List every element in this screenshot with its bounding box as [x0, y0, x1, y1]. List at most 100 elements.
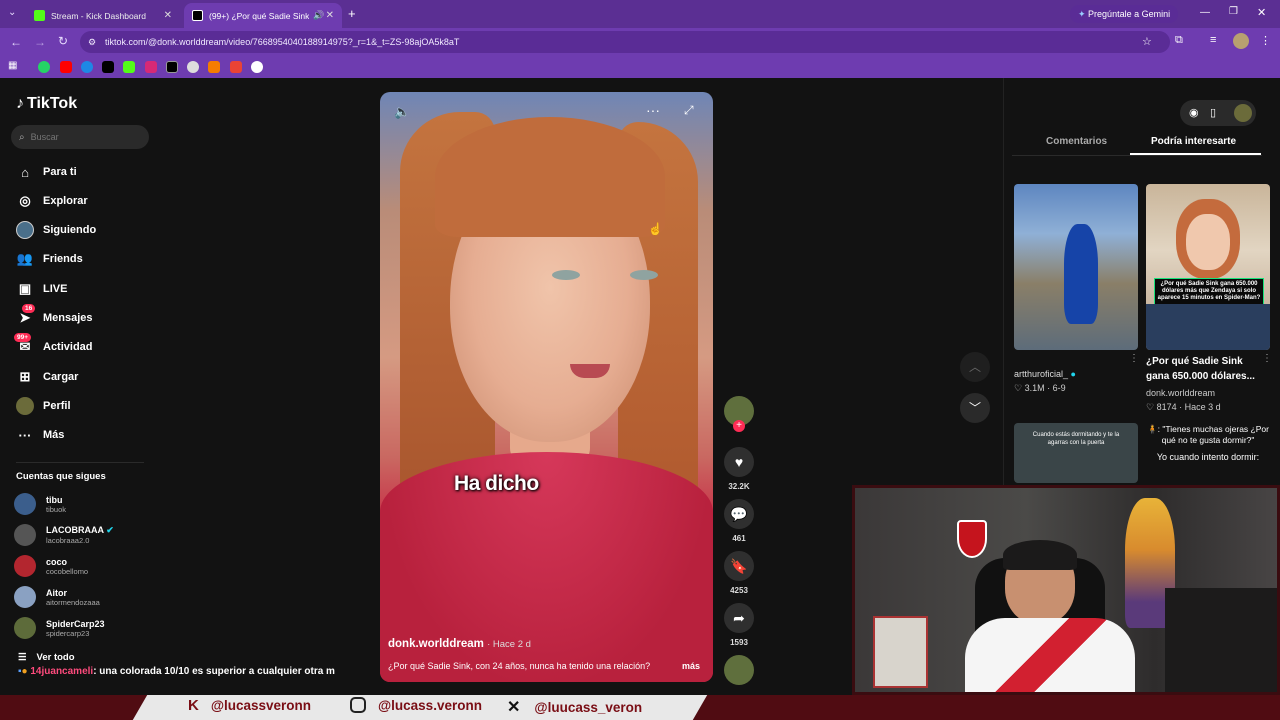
- extensions-icon[interactable]: ⧉: [1175, 34, 1183, 47]
- bookmark-orange-icon[interactable]: [208, 61, 220, 73]
- close-tab-icon[interactable]: ✕: [164, 10, 172, 21]
- following-item[interactable]: LACOBRAAA ✔ lacobraaa2.0: [14, 521, 114, 549]
- nav-label: Perfil: [43, 400, 71, 412]
- tab-tiktok-video[interactable]: (99+) ¿Por qué Sadie Sink, c 🔊 ✕: [184, 3, 342, 28]
- x-bookmark-icon[interactable]: [166, 61, 178, 73]
- video-more-button[interactable]: más: [682, 661, 700, 671]
- chrome-web-bookmark-icon[interactable]: [81, 61, 93, 73]
- search-bar[interactable]: ⌕: [11, 125, 149, 149]
- webcam-poster: [873, 616, 928, 688]
- nav-friends[interactable]: 👥 Friends: [16, 248, 83, 270]
- previous-video-button[interactable]: ︿: [960, 352, 990, 382]
- forward-icon[interactable]: →: [34, 35, 46, 49]
- friends-icon: 👥: [16, 251, 34, 266]
- video-author-line[interactable]: donk.worlddream · Hace 2 d: [388, 638, 531, 650]
- following-item[interactable]: Aitor aitormendozaaa: [14, 583, 100, 611]
- compass-small-icon[interactable]: ◉: [1189, 106, 1199, 119]
- nav-siguiendo[interactable]: Siguiendo: [16, 219, 96, 241]
- user-avatar[interactable]: [1234, 104, 1252, 122]
- new-tab-button[interactable]: +: [348, 6, 356, 21]
- see-all-following[interactable]: ☰ Ver todo: [18, 652, 75, 663]
- chat-text: : una colorada 10/10 es superior a cualq…: [93, 666, 335, 677]
- close-tab-icon[interactable]: ✕: [326, 10, 334, 21]
- suggested-author-line[interactable]: artthuroficial_ ●: [1014, 369, 1076, 379]
- close-window-icon[interactable]: ✕: [1257, 6, 1266, 19]
- nav-mensajes[interactable]: ➤ 16 Mensajes: [16, 304, 93, 329]
- suggested-video-thumbnail[interactable]: 🧍: "Tienes muchas ojeras ¿Por qué no te …: [1144, 420, 1272, 484]
- suggested-video-thumbnail[interactable]: Cuando estás dormitando y te la agarras …: [1014, 423, 1138, 483]
- instagram-bookmark-icon[interactable]: [145, 61, 157, 73]
- comment-button[interactable]: 💬 461: [724, 499, 754, 543]
- audio-playing-icon[interactable]: 🔊: [313, 10, 324, 21]
- back-icon[interactable]: ←: [10, 35, 22, 49]
- following-item[interactable]: tibu tibuok: [14, 490, 66, 518]
- sound-disc-button[interactable]: [724, 655, 754, 685]
- avatar: [14, 555, 36, 577]
- address-bar[interactable]: ⚙ tiktok.com/@donk.worlddream/video/7668…: [80, 31, 1170, 53]
- nav-cargar[interactable]: ⊞ Cargar: [16, 366, 79, 388]
- whatsapp-bookmark-icon[interactable]: [38, 61, 50, 73]
- more-options-icon[interactable]: ···: [646, 102, 660, 118]
- video-frame-hair-top: [435, 117, 665, 237]
- suggested-more-icon[interactable]: ⋮: [1129, 353, 1139, 364]
- fullscreen-icon[interactable]: ⤢: [684, 103, 694, 118]
- reading-list-icon[interactable]: ≡: [1210, 34, 1216, 46]
- save-button[interactable]: 🔖 4253: [724, 551, 754, 595]
- tab-podria-interesarte[interactable]: Podría interesarte: [1151, 136, 1236, 147]
- kick-icon: K: [188, 697, 199, 714]
- tab-list-chevron-icon[interactable]: ⌄: [8, 7, 16, 18]
- reload-icon[interactable]: ↻: [58, 34, 68, 48]
- phone-icon[interactable]: ▯: [1210, 106, 1216, 119]
- gemini-button[interactable]: ✦ Pregúntale a Gemini: [1070, 5, 1179, 23]
- comment-count: 461: [732, 534, 746, 543]
- apps-grid-icon[interactable]: ▦: [8, 60, 17, 71]
- next-video-button[interactable]: ﹀: [960, 393, 990, 423]
- nav-mas[interactable]: ··· Más: [16, 424, 65, 446]
- following-item[interactable]: coco cocobellomo: [14, 552, 88, 580]
- like-count: 32.2K: [728, 482, 750, 491]
- bookmark-star-icon[interactable]: ☆: [1142, 35, 1152, 48]
- social-handle: @luucass_veron: [534, 699, 643, 715]
- site-info-icon[interactable]: ⚙: [88, 31, 96, 53]
- kick-bookmark-icon[interactable]: [123, 61, 135, 73]
- video-frame-eye: [630, 270, 658, 280]
- tiktok-logo[interactable]: ♪ TikTok: [16, 95, 77, 113]
- nav-para-ti[interactable]: ⌂ Para ti: [16, 161, 77, 183]
- following-item[interactable]: SpiderCarp23 spidercarp23: [14, 614, 105, 642]
- bookmark-misc-icon[interactable]: [251, 61, 263, 73]
- social-x: ✕ @luucass_veron: [507, 697, 642, 717]
- nav-live[interactable]: ▣ LIVE: [16, 278, 68, 300]
- suggested-author[interactable]: donk.worlddream: [1146, 388, 1215, 398]
- chatgpt-bookmark-icon[interactable]: [187, 61, 199, 73]
- suggested-more-icon[interactable]: ⋮: [1262, 353, 1272, 364]
- creator-avatar-button[interactable]: +: [724, 396, 754, 432]
- suggested-video-thumbnail[interactable]: [1014, 184, 1138, 350]
- verified-icon: ✔: [106, 525, 114, 535]
- gmail-bookmark-icon[interactable]: [230, 61, 242, 73]
- mouse-cursor-icon: ☝: [648, 222, 663, 236]
- like-button[interactable]: ♥ 32.2K: [724, 447, 754, 491]
- profile-icon: [16, 397, 34, 415]
- follow-plus-icon[interactable]: +: [733, 420, 745, 432]
- restore-icon[interactable]: ❐: [1229, 6, 1238, 17]
- suggested-video-thumbnail[interactable]: ¿Por qué Sadie Sink gana 650.000 dólares…: [1146, 184, 1270, 350]
- browser-menu-icon[interactable]: ⋮: [1260, 34, 1271, 47]
- nav-label: Explorar: [43, 195, 88, 207]
- nav-actividad[interactable]: ✉ 99+ Actividad: [14, 333, 93, 358]
- tiktok-bookmark-icon[interactable]: [102, 61, 114, 73]
- tab-kick-dashboard[interactable]: Stream - Kick Dashboard ✕: [26, 3, 180, 28]
- suggested-title[interactable]: ¿Por qué Sadie Sink gana 650.000 dólares…: [1146, 354, 1266, 384]
- thumbnail-face: [1186, 214, 1230, 270]
- share-button[interactable]: ➦ 1593: [724, 603, 754, 647]
- search-input[interactable]: [30, 132, 131, 142]
- tab-comentarios[interactable]: Comentarios: [1046, 136, 1107, 147]
- mute-icon[interactable]: 🔈: [394, 104, 410, 120]
- video-player[interactable]: Ha dicho 🔈 ··· ⤢ ☝ donk.worlddream · Hac…: [380, 92, 713, 682]
- more-icon: ···: [18, 427, 32, 443]
- video-author[interactable]: donk.worlddream: [388, 638, 484, 650]
- nav-explorar[interactable]: ◎ Explorar: [16, 190, 88, 212]
- profile-avatar[interactable]: [1233, 33, 1249, 49]
- nav-perfil[interactable]: Perfil: [16, 395, 71, 417]
- youtube-bookmark-icon[interactable]: [60, 61, 72, 73]
- minimize-icon[interactable]: —: [1200, 7, 1210, 18]
